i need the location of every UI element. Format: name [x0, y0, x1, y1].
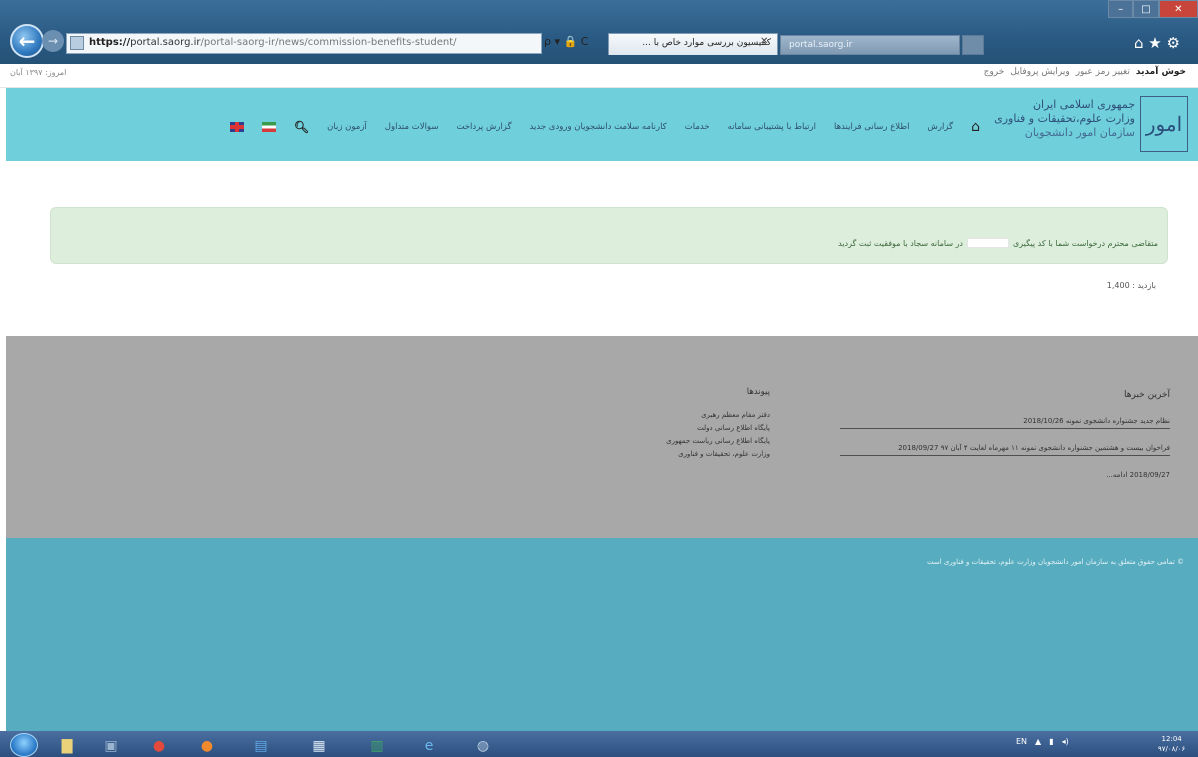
clock-date: ۹۷/۰۸/۰۶ [1158, 745, 1186, 753]
alert-text-start: متقاضی محترم درخواست شما با کد پیگیری [1012, 238, 1158, 248]
close-window-button[interactable]: ✕ [1158, 0, 1198, 18]
alert-text-end: در سامانه سجاد با موفقیت ثبت گردید [838, 238, 963, 248]
search-icon[interactable]: 🔍︎ [294, 120, 309, 134]
system-tray: EN ▲ ▮ ◂) [1016, 737, 1069, 746]
footer-link[interactable]: پایگاه اطلاع رسانی دولت [560, 422, 770, 435]
tab-active[interactable]: کمیسیون بررسی موارد خاص با ... [608, 33, 778, 55]
nav-item-health-card[interactable]: کارنامه سلامت دانشجویان ورودی جدید [530, 122, 667, 132]
tab-close-icon[interactable]: ✕ [760, 36, 768, 47]
footer-link[interactable]: دفتر مقام معظم رهبری [560, 409, 770, 422]
back-button[interactable]: ← [10, 24, 44, 58]
tray-arrow-icon[interactable]: ▲ [1035, 737, 1041, 746]
forward-button[interactable]: → [42, 30, 64, 52]
clock-time: 12:04 [1161, 735, 1182, 743]
page-icon [70, 36, 84, 50]
success-alert-text: متقاضی محترم درخواست شما با کد پیگیری در… [838, 238, 1158, 248]
footer-link[interactable]: وزارت علوم، تحقیقات و فناوری [560, 448, 770, 461]
nav-item-language-test[interactable]: آزمون زبان [327, 122, 367, 132]
maximize-button[interactable]: □ [1133, 0, 1159, 18]
url-scheme: https:// [89, 37, 131, 48]
ie-icon[interactable]: e [414, 735, 444, 757]
nav-item-processes[interactable]: اطلاع رسانی فرایندها [834, 122, 910, 132]
tab-active-title: کمیسیون بررسی موارد خاص با ... [642, 38, 771, 48]
nav-item-faq[interactable]: سوالات متداول [385, 122, 439, 132]
folder-icon[interactable]: ▇ [52, 735, 82, 757]
paint-icon[interactable]: ▦ [304, 735, 334, 757]
org-line-1: جمهوری اسلامی ایران [1032, 98, 1135, 111]
firefox-icon[interactable]: ● [192, 735, 222, 757]
user-links: خوش آمدید تغییر رمز عبور ویرایش پروفایل … [984, 67, 1186, 77]
language-indicator[interactable]: EN [1016, 737, 1027, 746]
nav-item-payment-report[interactable]: گزارش پرداخت [456, 122, 511, 132]
success-alert [50, 207, 1168, 264]
news-item[interactable]: 2018/09/27 ادامه... [840, 468, 1170, 482]
organization-name: جمهوری اسلامی ایران وزارت علوم،تحقیقات و… [985, 98, 1135, 140]
change-password-link[interactable]: تغییر رمز عبور [1076, 67, 1130, 77]
url-path: /portal-saorg-ir/news/commission-benefit… [200, 37, 457, 48]
site-logo[interactable]: امور [1140, 96, 1188, 152]
nav-item-support[interactable]: ارتباط با پشتیبانی سامانه [728, 122, 816, 132]
address-tools[interactable]: ρ ▾ 🔒 C [544, 35, 606, 53]
excel-icon[interactable]: ▥ [362, 735, 392, 757]
flag-iran-icon[interactable] [261, 122, 276, 132]
browser-toolbar-icons[interactable]: ⌂ ★ ⚙ [1120, 34, 1194, 54]
footer-links: پیوندها دفتر مقام معظم رهبری پایگاه اطلا… [560, 387, 770, 461]
tab-inactive-title: portal.saorg.ir [789, 40, 853, 50]
start-button[interactable] [10, 733, 38, 757]
app-icon[interactable]: ◍ [468, 735, 498, 757]
home-icon[interactable]: ⌂ [971, 119, 980, 135]
minimize-button[interactable]: – [1108, 0, 1134, 18]
flag-uk-icon[interactable] [229, 122, 244, 132]
news-item[interactable]: نظام جدید جشنواره دانشجوی نمونه 2018/10/… [840, 414, 1170, 429]
network-icon[interactable]: ▮ [1049, 737, 1053, 746]
tab-inactive[interactable]: portal.saorg.ir [780, 35, 960, 55]
address-bar[interactable]: https://portal.saorg.ir/portal-saorg-ir/… [66, 33, 542, 54]
outlook-icon[interactable]: ▤ [246, 735, 276, 757]
org-line-2: وزارت علوم،تحقیقات و فناوری [994, 112, 1135, 125]
org-line-3: سازمان امور دانشجویان [1024, 126, 1135, 139]
window-controls: – □ ✕ [1108, 0, 1198, 20]
latest-news: آخرین خبرها نظام جدید جشنواره دانشجوی نم… [840, 390, 1170, 494]
new-tab-button[interactable] [962, 35, 984, 55]
date-text: امروز: ۱۳۹۷ آبان [10, 68, 67, 77]
news-item[interactable]: فراخوان بیست و هشتمین جشنواره دانشجوی نم… [840, 441, 1170, 456]
media-icon[interactable]: ▣ [96, 735, 126, 757]
edit-profile-link[interactable]: ویرایش پروفایل [1010, 67, 1069, 77]
news-title: آخرین خبرها [1124, 390, 1170, 400]
tracking-code [966, 238, 1009, 248]
footer-bottom [6, 538, 1198, 731]
clock[interactable]: 12:04 ۹۷/۰۸/۰۶ [1158, 734, 1185, 754]
welcome-text: خوش آمدید [1135, 67, 1186, 77]
volume-icon[interactable]: ◂) [1062, 737, 1069, 746]
footer-link[interactable]: پایگاه اطلاع رسانی ریاست جمهوری [560, 435, 770, 448]
nav-item-report[interactable]: گزارش [928, 122, 954, 132]
url-host: portal.saorg.ir [130, 37, 201, 48]
main-nav: ⌂ گزارش اطلاع رسانی فرایندها ارتباط با پ… [120, 117, 980, 137]
view-count: بازدید : 1,400 [1106, 281, 1156, 290]
logout-link[interactable]: خروج [984, 67, 1005, 77]
links-title: پیوندها [746, 387, 770, 397]
browser-chrome [0, 0, 1198, 64]
chrome-icon[interactable]: ● [144, 735, 174, 757]
copyright-text: © تمامی حقوق متعلق به سازمان امور دانشجو… [926, 558, 1184, 566]
nav-item-services[interactable]: خدمات [685, 122, 710, 132]
